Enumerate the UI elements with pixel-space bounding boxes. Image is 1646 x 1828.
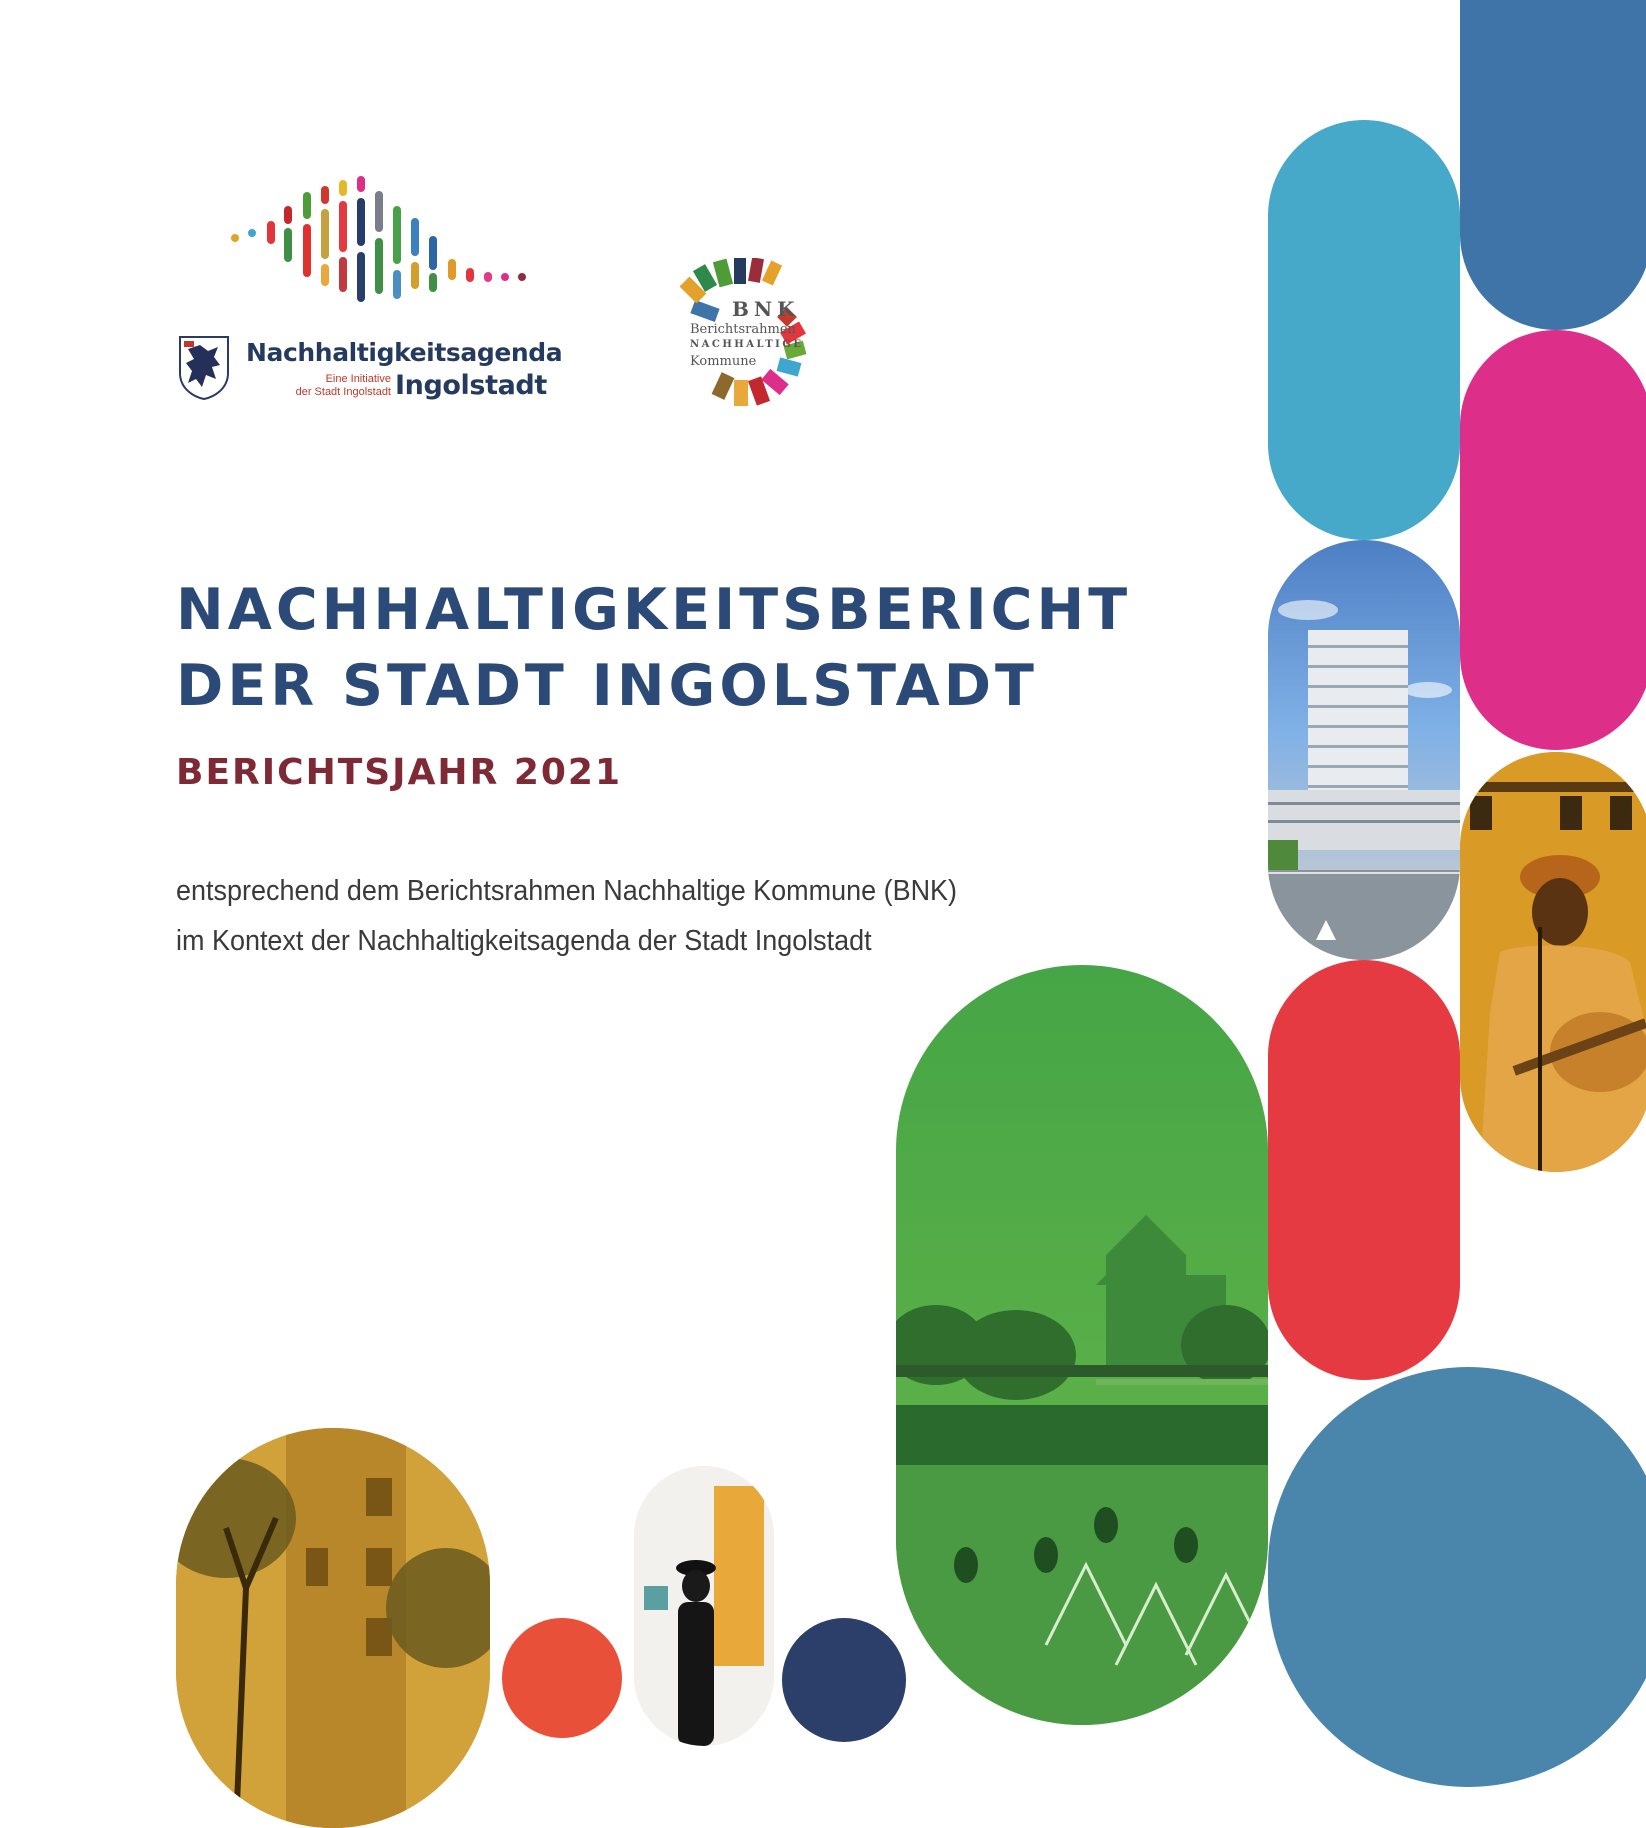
orange-pill-bottom: [502, 1618, 622, 1738]
agenda-subline-1: Eine Initiative: [325, 373, 391, 385]
castle-riverside-photo: [896, 965, 1268, 1725]
high-rise-building-photo: [1268, 540, 1460, 960]
musician-with-guitar-photo: [1460, 752, 1646, 1172]
agenda-subline: Eine Initiative der Stadt Ingolstadt: [288, 373, 391, 399]
bnk-logo: BNK Berichtsrahmen NACHHALTIGE Kommune: [668, 258, 834, 410]
bnk-line-2: NACHHALTIGE: [690, 339, 804, 350]
nachhaltigkeitsagenda-logo: Nachhaltigkeitsagenda Eine Initiative de…: [170, 170, 563, 405]
agenda-subline-2: der Stadt Ingolstadt: [295, 386, 391, 398]
report-description-line-1: entsprechend dem Berichtsrahmen Nachhalt…: [176, 875, 958, 907]
agenda-city: Ingolstadt: [395, 370, 547, 401]
bnk-abbreviation: BNK: [732, 297, 800, 321]
teal-pill: [1268, 120, 1460, 540]
building-illustration: [1268, 600, 1460, 960]
red-pill: [1268, 960, 1460, 1380]
sdg-bars-graphic: [231, 176, 526, 302]
city-crest-icon: [179, 336, 229, 401]
report-title: NACHHALTIGKEITSBERICHT DER STADT INGOLST…: [176, 572, 1131, 724]
musician-illustration: [1460, 752, 1646, 1172]
agenda-title: Nachhaltigkeitsagenda: [246, 338, 563, 367]
bnk-line-1: Berichtsrahmen: [690, 322, 796, 337]
report-description: entsprechend dem Berichtsrahmen Nachhalt…: [176, 866, 957, 966]
navy-pill-top: [1460, 0, 1646, 330]
report-year: BERICHTSJAHR 2021: [176, 752, 623, 793]
castle-illustration: [896, 1215, 1268, 1725]
report-description-line-2: im Kontext der Nachhaltigkeitsagenda der…: [176, 925, 872, 957]
steel-blue-pill-bottom: [1268, 1367, 1646, 1787]
tree-facade-photo: [176, 1428, 490, 1828]
tree-facade-illustration: [176, 1428, 490, 1828]
magenta-pill: [1460, 330, 1646, 750]
art-gallery-photo: [634, 1466, 774, 1746]
bnk-line-3: Kommune: [690, 354, 757, 369]
blue-photo-pill-bottom: [782, 1618, 906, 1742]
report-title-line-1: NACHHALTIGKEITSBERICHT: [176, 577, 1132, 643]
report-title-line-2: DER STADT INGOLSTADT: [176, 653, 1038, 719]
gallery-illustration: [634, 1466, 774, 1746]
